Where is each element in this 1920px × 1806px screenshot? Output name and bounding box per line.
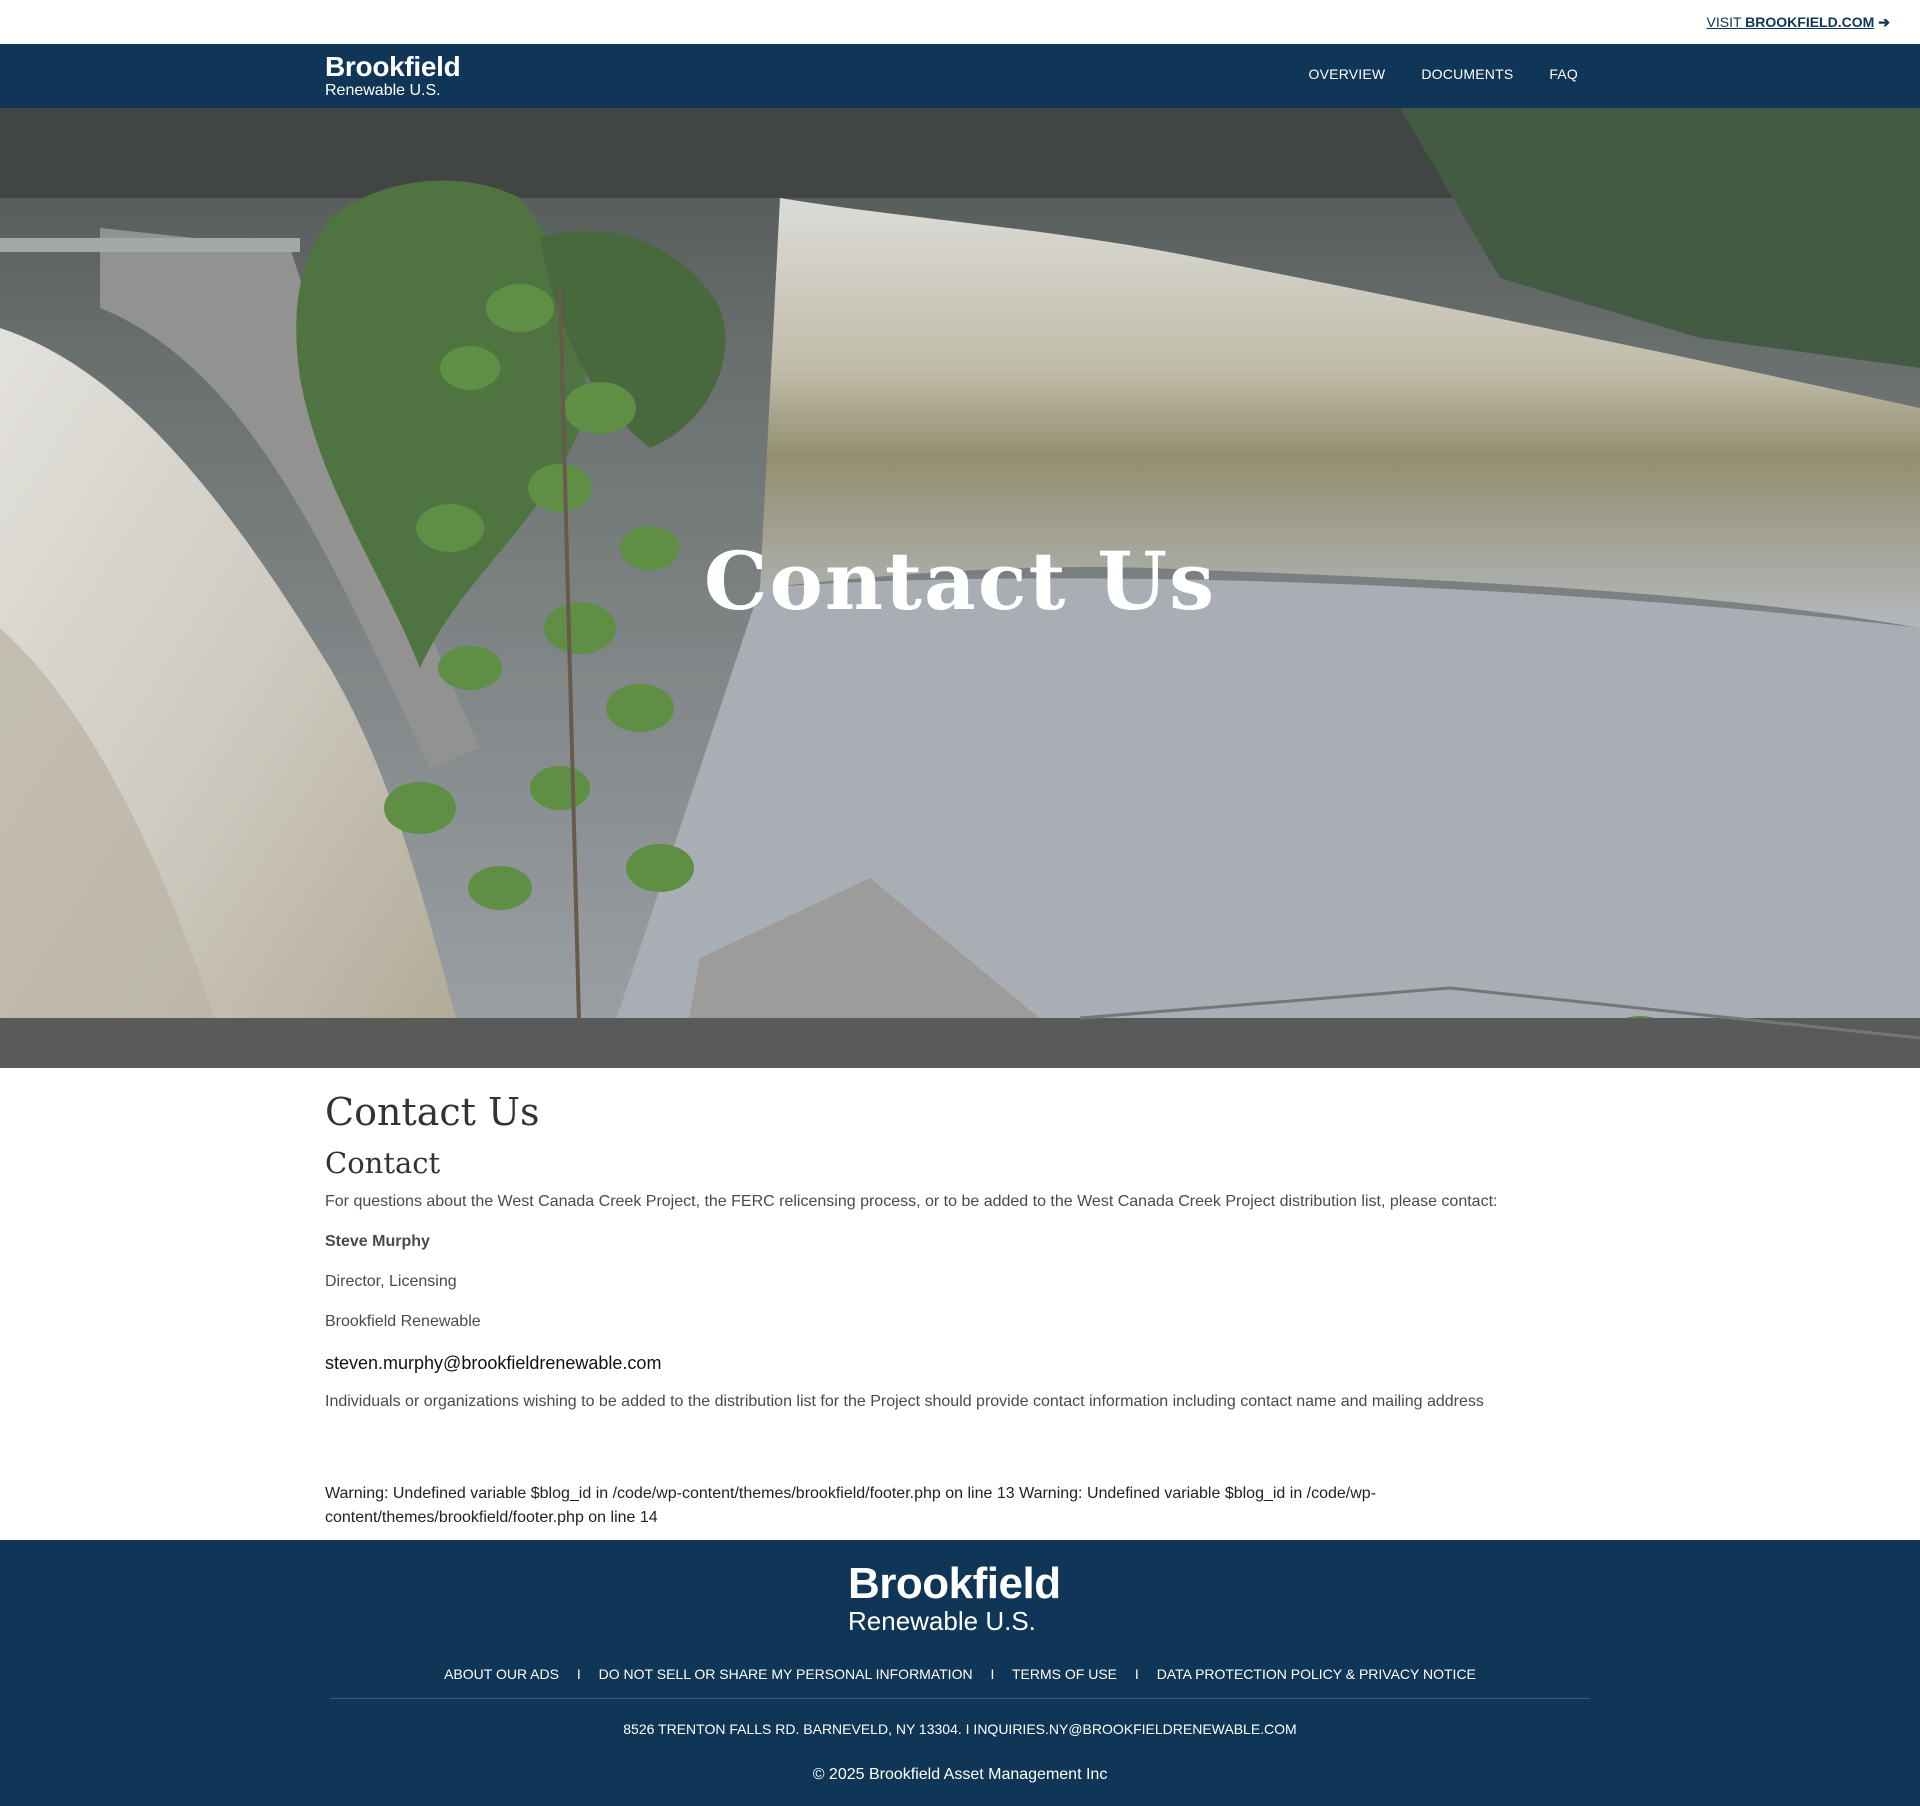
distribution-note: Individuals or organizations wishing to … (325, 1393, 1484, 1410)
arrow-right-icon: ➔ (1878, 14, 1890, 30)
footer-separator: I (990, 1666, 995, 1682)
footer-brand-name: Brookfield (848, 1559, 1061, 1608)
php-warning-text: Warning: Undefined variable $blog_id in … (325, 1485, 1377, 1526)
contact-role: Director, Licensing (325, 1273, 457, 1290)
hero-banner: Contact Us (0, 108, 1920, 1068)
main-content: Contact Us Contact For questions about t… (325, 1090, 1595, 1530)
nav-menu: OVERVIEW DOCUMENTS FAQ (1309, 66, 1578, 82)
brand-name: Brookfield (325, 51, 461, 82)
footer-copyright: © 2025 Brookfield Asset Management Inc (812, 1766, 1108, 1783)
section-title-contact: Contact (325, 1146, 441, 1180)
footer-address: 8526 TRENTON FALLS RD. BARNEVELD, NY 133… (623, 1721, 1297, 1737)
footer-brand-subtitle: Renewable U.S. (848, 1606, 1036, 1636)
contact-email-link[interactable]: steven.murphy@brookfieldrenewable.com (325, 1352, 1595, 1374)
visit-brookfield-link[interactable]: VISIT BROOKFIELD.COM ➔ (1707, 14, 1891, 31)
nav-item-overview[interactable]: OVERVIEW (1309, 66, 1386, 82)
nav-item-faq[interactable]: FAQ (1549, 66, 1578, 82)
footer-link-do-not-sell[interactable]: DO NOT SELL OR SHARE MY PERSONAL INFORMA… (599, 1666, 973, 1682)
hero-title: Contact Us (703, 534, 1217, 628)
contact-intro: For questions about the West Canada Cree… (325, 1193, 1498, 1210)
site-footer: Brookfield Renewable U.S. ABOUT OUR ADS … (0, 1540, 1920, 1806)
footer-link-about-ads[interactable]: ABOUT OUR ADS (444, 1666, 559, 1682)
footer-separator: I (1134, 1666, 1139, 1682)
footer-links: ABOUT OUR ADS I DO NOT SELL OR SHARE MY … (0, 1666, 1920, 1682)
main-navbar: Brookfield Renewable U.S. OVERVIEW DOCUM… (0, 44, 1920, 108)
utility-bar: VISIT BROOKFIELD.COM ➔ (0, 0, 1920, 44)
contact-name: Steve Murphy (325, 1233, 430, 1250)
footer-brand-logo[interactable]: Brookfield Renewable U.S. (848, 1559, 1061, 1636)
footer-divider (330, 1698, 1590, 1699)
visit-prefix: VISIT (1706, 14, 1746, 30)
footer-link-privacy[interactable]: DATA PROTECTION POLICY & PRIVACY NOTICE (1157, 1666, 1476, 1682)
brand-logo[interactable]: Brookfield Renewable U.S. (325, 51, 461, 99)
brand-subtitle: Renewable U.S. (325, 82, 441, 99)
contact-organization: Brookfield Renewable (325, 1313, 481, 1330)
footer-separator: I (576, 1666, 581, 1682)
visit-site: BROOKFIELD.COM (1745, 14, 1875, 30)
footer-link-terms[interactable]: TERMS OF USE (1012, 1666, 1117, 1682)
nav-item-documents[interactable]: DOCUMENTS (1421, 66, 1513, 82)
page-title: Contact Us (325, 1090, 540, 1134)
